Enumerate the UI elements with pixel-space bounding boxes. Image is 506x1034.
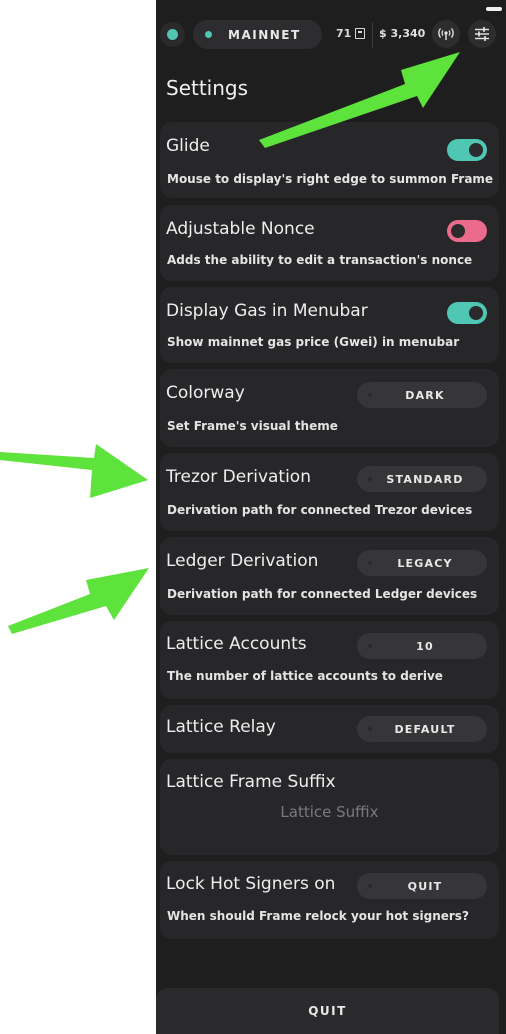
setting-lattice-frame-suffix: Lattice Frame Suffix Lattice Suffix	[160, 759, 499, 855]
colorway-select[interactable]: DARK	[357, 382, 487, 408]
toggle-knob	[451, 224, 465, 238]
setting-description: Adds the ability to edit a transaction's…	[167, 253, 473, 267]
setting-description: The number of lattice accounts to derive	[167, 669, 443, 683]
trezor-derivation-select[interactable]: STANDARD	[357, 466, 487, 492]
select-value: QUIT	[407, 879, 443, 893]
setting-lock-hot-signers: Lock Hot Signers on QUIT When should Fra…	[160, 861, 499, 939]
setting-title: Glide	[166, 136, 210, 156]
select-dot-icon	[368, 727, 372, 731]
gas-value: 71	[336, 27, 352, 40]
lattice-accounts-select[interactable]: 10	[357, 633, 487, 659]
select-dot-icon	[368, 561, 372, 565]
annotation-arrow-icon	[259, 52, 460, 148]
toggle-knob	[469, 306, 483, 320]
setting-title: Colorway	[166, 383, 245, 403]
select-value: STANDARD	[386, 472, 464, 486]
adjustable-nonce-toggle[interactable]	[447, 220, 487, 242]
setting-title: Lattice Frame Suffix	[166, 772, 336, 792]
page-title: Settings	[166, 76, 249, 100]
setting-trezor-derivation: Trezor Derivation STANDARD Derivation pa…	[160, 453, 499, 531]
setting-colorway: Colorway DARK Set Frame's visual theme	[160, 369, 499, 447]
status-dot-icon	[167, 29, 178, 40]
setting-title: Lattice Accounts	[166, 634, 307, 654]
gas-pump-icon	[355, 28, 366, 39]
settings-button[interactable]	[468, 20, 496, 48]
select-dot-icon	[368, 477, 372, 481]
select-value: DEFAULT	[394, 722, 456, 736]
lattice-suffix-input[interactable]: Lattice Suffix	[160, 803, 499, 821]
select-value: LEGACY	[397, 556, 453, 570]
setting-description: Derivation path for connected Trezor dev…	[167, 503, 473, 517]
drag-handle[interactable]	[486, 7, 502, 11]
network-dot-icon	[205, 31, 212, 38]
setting-title: Trezor Derivation	[166, 467, 311, 487]
network-label: MAINNET	[228, 27, 301, 42]
annotation-arrow-icon	[8, 568, 149, 634]
setting-description: Set Frame's visual theme	[167, 419, 338, 433]
setting-description: Derivation path for connected Ledger dev…	[167, 587, 478, 601]
setting-description: Mouse to display's right edge to summon …	[167, 172, 494, 186]
setting-adjustable-nonce: Adjustable Nonce Adds the ability to edi…	[160, 205, 499, 281]
setting-title: Lattice Relay	[166, 717, 276, 737]
setting-description: Show mainnet gas price (Gwei) in menubar	[167, 335, 460, 349]
setting-description: When should Frame relock your hot signer…	[167, 909, 469, 923]
signal-icon	[438, 28, 454, 40]
select-dot-icon	[368, 393, 372, 397]
lattice-relay-select[interactable]: DEFAULT	[357, 716, 487, 742]
toggle-knob	[469, 143, 483, 157]
status-button[interactable]	[160, 22, 185, 47]
settings-panel: MAINNET 71 $ 3,340 Settings Glide Mouse …	[156, 0, 506, 1034]
select-value: DARK	[405, 388, 445, 402]
select-dot-icon	[368, 644, 372, 648]
ledger-derivation-select[interactable]: LEGACY	[357, 550, 487, 576]
setting-lattice-relay: Lattice Relay DEFAULT	[160, 705, 499, 753]
setting-title: Display Gas in Menubar	[166, 301, 368, 321]
quit-label: QUIT	[308, 1004, 347, 1018]
setting-title: Lock Hot Signers on	[166, 874, 336, 894]
setting-ledger-derivation: Ledger Derivation LEGACY Derivation path…	[160, 537, 499, 615]
setting-display-gas: Display Gas in Menubar Show mainnet gas …	[160, 287, 499, 363]
lock-hot-signers-select[interactable]: QUIT	[357, 873, 487, 899]
select-dot-icon	[368, 884, 372, 888]
annotation-arrow-icon	[0, 444, 148, 498]
select-value: 10	[416, 639, 434, 653]
settings-sliders-icon	[475, 27, 489, 41]
setting-title: Adjustable Nonce	[166, 219, 315, 239]
setting-title: Ledger Derivation	[166, 551, 319, 571]
eth-price: $ 3,340	[379, 27, 426, 40]
quit-button[interactable]: QUIT	[156, 988, 499, 1034]
setting-lattice-accounts: Lattice Accounts 10 The number of lattic…	[160, 621, 499, 699]
gas-price: 71	[336, 27, 366, 40]
display-gas-toggle[interactable]	[447, 302, 487, 324]
